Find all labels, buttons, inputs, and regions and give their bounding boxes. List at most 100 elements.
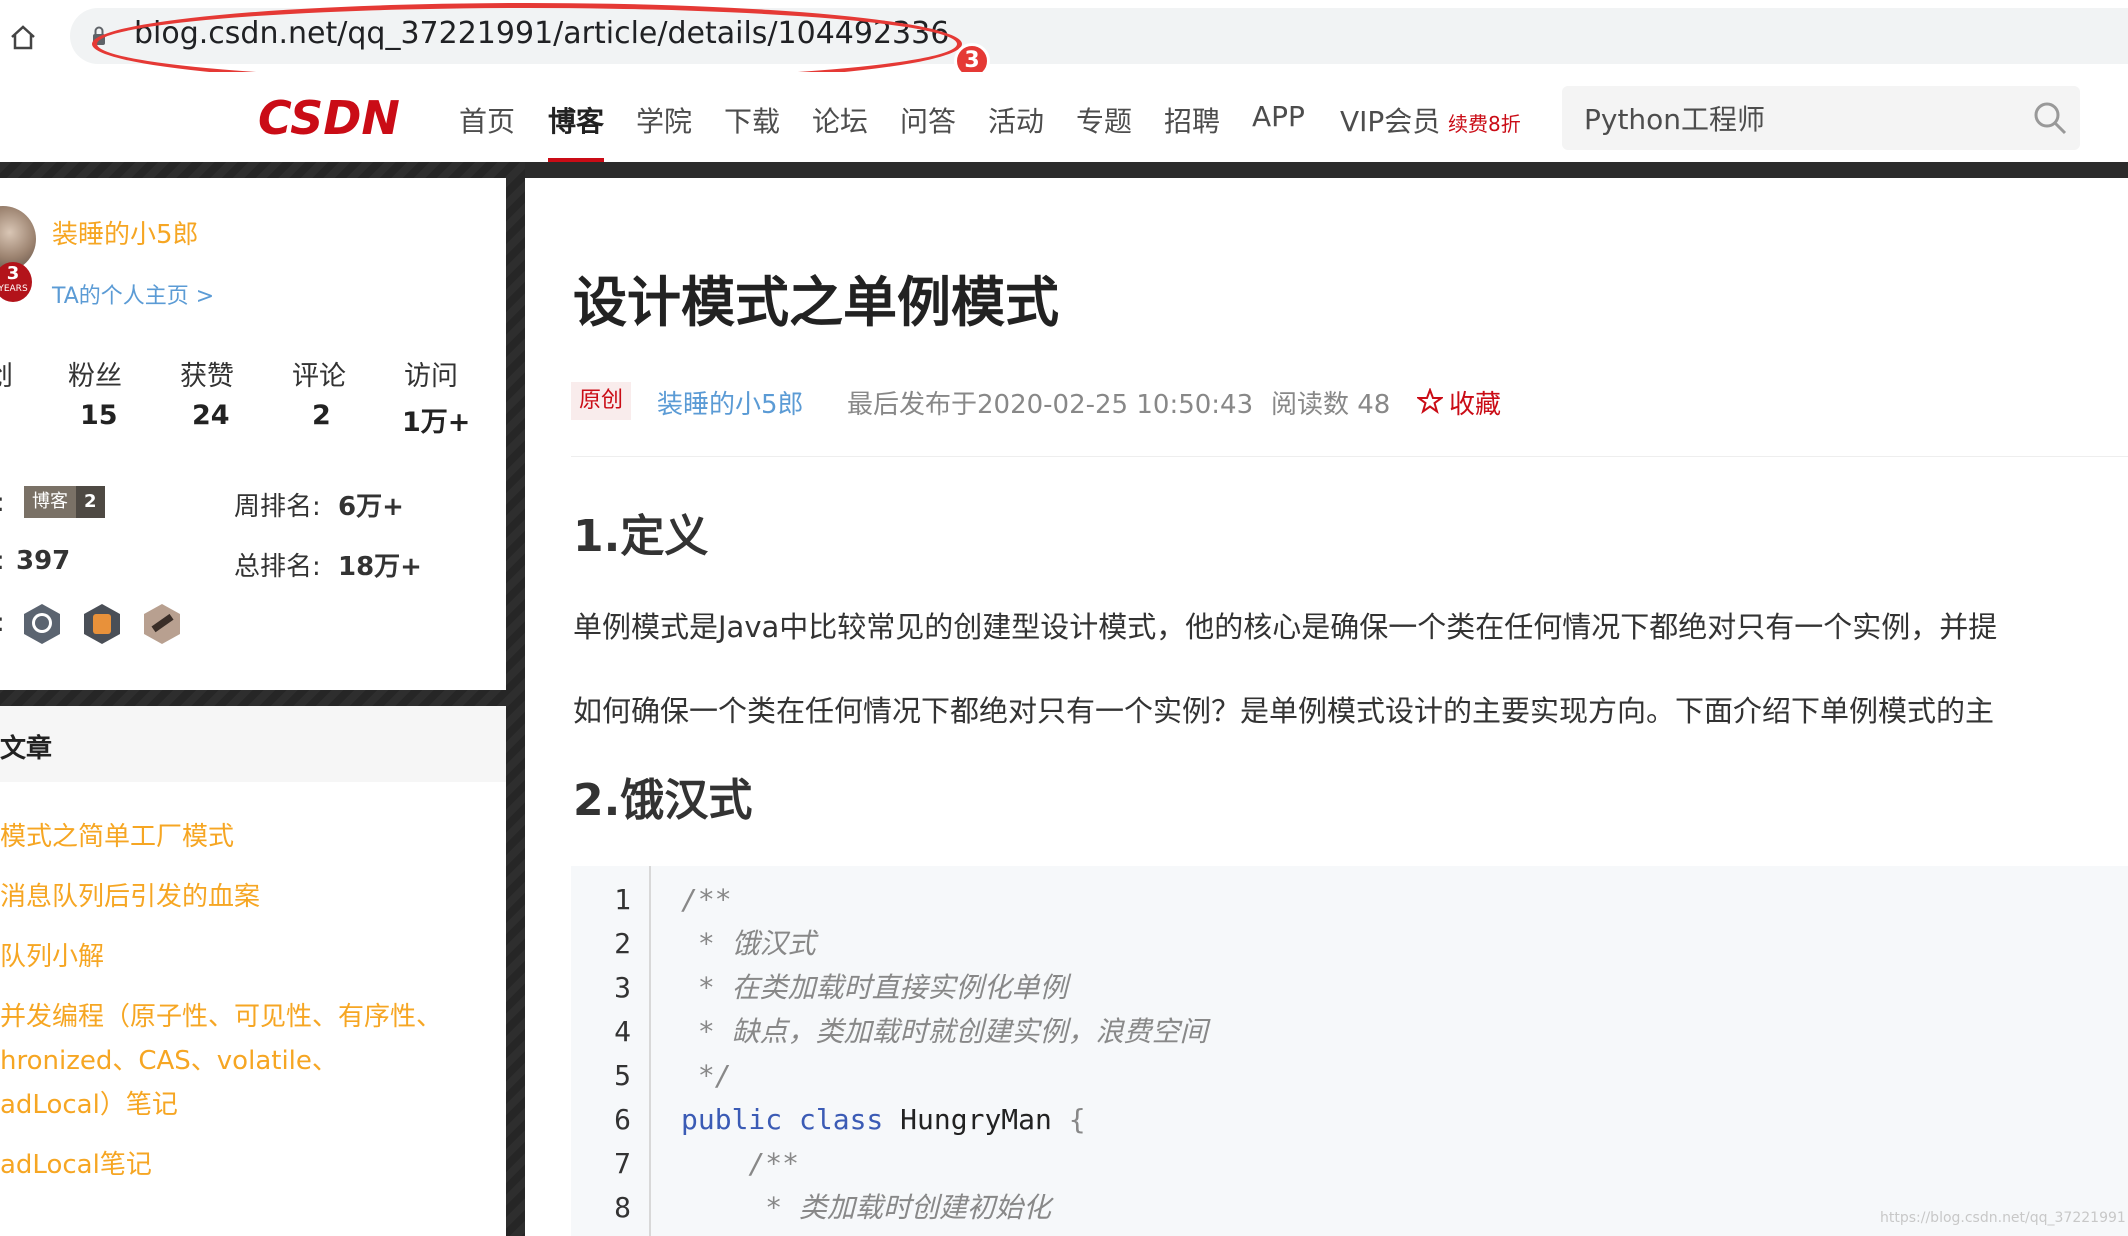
level-badge-label: 博客 (24, 486, 76, 518)
recent-article-link[interactable]: adLocal）笔记 (0, 1084, 178, 1121)
logo-text: CSDN (258, 94, 400, 144)
stat-value-fans: 15 (80, 400, 118, 431)
csdn-logo[interactable]: CSDN (258, 94, 418, 144)
level-badge-number: 2 (76, 486, 105, 518)
line-number: 8 (614, 1191, 631, 1224)
points-value: 397 (16, 546, 71, 576)
favorite-button[interactable]: 收藏 (1449, 384, 1501, 421)
line-number: 1 (614, 883, 631, 916)
article-card: 设计模式之单例模式 原创 装睡的小5郎 最后发布于2020-02-25 10:5… (525, 178, 2128, 1236)
article-author-link[interactable]: 装睡的小5郎 (657, 384, 804, 421)
recent-article-link[interactable]: 并发编程（原子性、可见性、有序性、 (0, 996, 442, 1033)
profile-name[interactable]: 装睡的小5郎 (52, 214, 199, 251)
code-line: 4 * 缺点，类加载时就创建实例，浪费空间 (571, 1010, 2128, 1054)
search-icon[interactable] (2032, 100, 2068, 136)
read-count: 阅读数 48 (1271, 390, 1391, 420)
code-text: * 在类加载时直接实例化单例 (681, 971, 1068, 1004)
stat-value-visits: 1万+ (402, 407, 471, 438)
recent-article-link[interactable]: hronized、CAS、volatile、 (0, 1040, 338, 1077)
section-heading: 2.饿汉式 (573, 775, 753, 826)
code-text: */ (681, 1059, 732, 1092)
code-line: 7 /** (571, 1142, 2128, 1186)
line-number: 5 (614, 1059, 631, 1092)
line-number: 3 (614, 971, 631, 1004)
stat-label-fans: 粉丝 (68, 361, 122, 392)
writer-medal-icon[interactable] (140, 602, 184, 646)
vip-promo-tag[interactable]: 续费8折 (1448, 108, 1521, 137)
total-rank-label: 总排名: (234, 552, 321, 582)
line-number: 2 (614, 927, 631, 960)
line-number: 4 (614, 1015, 631, 1048)
line-number: 6 (614, 1103, 631, 1136)
meta-divider (571, 456, 2128, 457)
nav-forum[interactable]: 论坛 (812, 100, 868, 140)
nav-jobs[interactable]: 招聘 (1164, 100, 1220, 140)
points-prefix: : (0, 546, 5, 576)
code-block[interactable]: 1 /** 2 * 饿汉式 3 * 在类加载时直接实例化单例 4 * 缺点，类加… (571, 866, 2128, 1236)
nav-topics[interactable]: 专题 (1076, 100, 1132, 140)
code-line: 2 * 饿汉式 (571, 922, 2128, 966)
code-text: public class HungryMan { (681, 1098, 1086, 1142)
years-label: YEARS (0, 284, 28, 294)
profile-home-link[interactable]: TA的个人主页 > (52, 278, 214, 310)
home-icon[interactable] (8, 22, 38, 52)
code-brace: { (1051, 1103, 1086, 1136)
nav-download[interactable]: 下载 (724, 100, 780, 140)
browser-address-bar: blog.csdn.net/qq_37221991/article/detail… (0, 0, 2128, 85)
code-text: * 类加载时创建初始化 (681, 1191, 1052, 1224)
profile-card: 3 YEARS 装睡的小5郎 TA的个人主页 > 创 粉丝 15 获赞 24 评… (0, 178, 506, 690)
stat-label-comments: 评论 (292, 361, 346, 392)
code-text: /** (681, 1147, 800, 1180)
code-line: 3 * 在类加载时直接实例化单例 (571, 966, 2128, 1010)
nav-home[interactable]: 首页 (459, 100, 515, 140)
week-rank-value: 6万+ (338, 492, 404, 522)
recent-articles-header: 文章 (0, 706, 506, 782)
paragraph: 如何确保一个类在任何情况下都绝对只有一个实例？是单例模式设计的主要实现方向。下面… (573, 694, 1995, 728)
nav-events[interactable]: 活动 (988, 100, 1044, 140)
paragraph: 单例模式是Java中比较常见的创建型设计模式，他的核心是确保一个类在任何情况下都… (573, 610, 1998, 644)
nav-qa[interactable]: 问答 (900, 100, 956, 140)
week-rank-label: 周排名: (234, 492, 321, 522)
medals-prefix: : (0, 608, 5, 638)
nav-vip[interactable]: VIP会员 (1340, 100, 1440, 140)
nav-app[interactable]: APP (1252, 100, 1305, 133)
publish-time: 最后发布于2020-02-25 10:50:43 (847, 390, 1254, 420)
code-identifier: HungryMan (900, 1103, 1052, 1136)
recent-articles-title: 文章 (0, 734, 53, 764)
columnist-medal-icon[interactable] (80, 602, 124, 646)
original-tag: 原创 (571, 382, 632, 420)
code-text: * 饿汉式 (681, 927, 816, 960)
stat-label-visits: 访问 (404, 361, 458, 392)
recent-article-link[interactable]: 消息队列后引发的血案 (0, 876, 260, 913)
total-rank-value: 18万+ (338, 552, 422, 582)
search-input[interactable] (1584, 100, 2004, 136)
watermark: https://blog.csdn.net/qq_37221991 (1880, 1210, 2126, 1226)
code-line: 1 /** (571, 878, 2128, 922)
nav-academy[interactable]: 学院 (636, 100, 692, 140)
stat-value-comments: 2 (312, 400, 331, 431)
search-box (1562, 86, 2080, 150)
star-icon[interactable] (1417, 388, 1443, 414)
stat-label-original: 创 (0, 354, 13, 393)
code-line: 6 public class HungryMan { (571, 1098, 2128, 1142)
line-number: 7 (614, 1147, 631, 1180)
stat-value-likes: 24 (192, 400, 230, 431)
code-text: * 缺点，类加载时就创建实例，浪费空间 (681, 1015, 1208, 1048)
code-line: 5 */ (571, 1054, 2128, 1098)
section-heading: 1.定义 (573, 511, 709, 562)
github-medal-icon[interactable] (20, 602, 64, 646)
recent-article-link[interactable]: 队列小解 (0, 936, 104, 973)
recent-article-link[interactable]: adLocal笔记 (0, 1144, 152, 1181)
years-badge: 3 YEARS (0, 262, 32, 302)
nav-blog[interactable]: 博客 (548, 100, 604, 140)
level-prefix: : (0, 488, 5, 518)
code-keyword: public class (681, 1103, 901, 1136)
recent-article-link[interactable]: 模式之简单工厂模式 (0, 816, 234, 853)
blog-level-badge: 博客 2 (24, 486, 105, 518)
site-nav: CSDN 首页 博客 学院 下载 论坛 问答 活动 专题 招聘 APP VIP会… (0, 72, 2128, 162)
article-title: 设计模式之单例模式 (573, 271, 1059, 334)
recent-articles-card: 文章 模式之简单工厂模式 消息队列后引发的血案 队列小解 并发编程（原子性、可见… (0, 706, 506, 1236)
code-text: /** (681, 883, 732, 916)
years-number: 3 (6, 263, 20, 284)
stat-label-likes: 获赞 (180, 361, 234, 392)
